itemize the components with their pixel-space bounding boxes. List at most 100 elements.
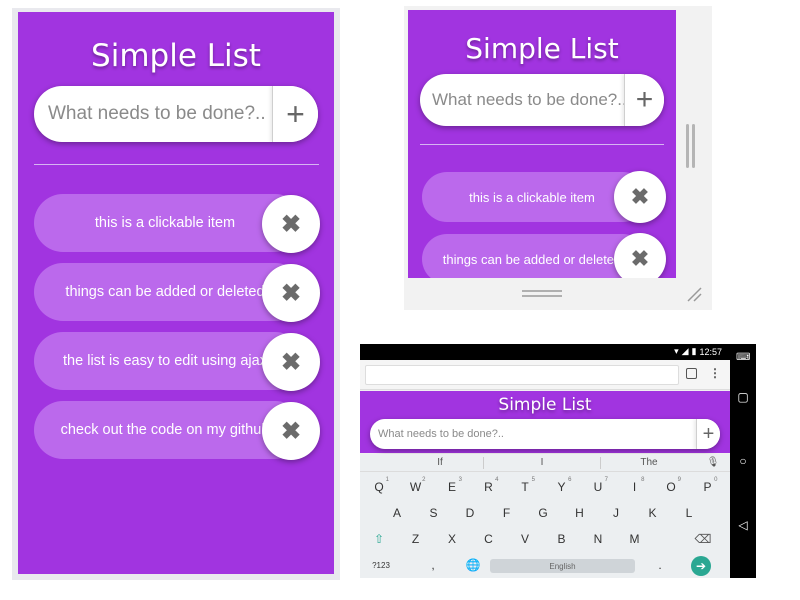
key-special[interactable]: ⇧ [364, 528, 394, 550]
delete-icon[interactable]: ✖ [262, 402, 320, 460]
suggestion-item[interactable]: If [400, 457, 480, 468]
delete-icon[interactable]: ✖ [614, 171, 666, 223]
key-s[interactable]: S [419, 502, 449, 524]
new-item-input-group: + [34, 86, 318, 142]
back-icon[interactable]: ◁ [736, 518, 750, 532]
list-item[interactable]: things can be added or deleted ✖ [34, 263, 320, 322]
key-z[interactable]: Z [401, 528, 431, 550]
small-window-panel: Simple List + this is a clickable item✖t… [404, 6, 712, 310]
key-l[interactable]: L [674, 502, 704, 524]
key-c[interactable]: C [474, 528, 504, 550]
list-item[interactable]: this is a clickable item ✖ [34, 194, 320, 253]
simple-list-app: Simple List + this is a clickable item✖t… [408, 10, 676, 278]
key-g[interactable]: G [528, 502, 558, 524]
key-number-hint: 7 [604, 477, 608, 483]
status-time: 12:57 [699, 346, 722, 357]
key-p[interactable]: P0 [693, 476, 723, 498]
key-number-hint: 8 [641, 477, 645, 483]
list-item-text: this is a clickable item [469, 189, 595, 205]
list-item-text: check out the code on my github [60, 422, 270, 438]
key-m[interactable]: M [620, 528, 650, 550]
key-number-hint: 2 [422, 477, 426, 483]
key-w[interactable]: W2 [401, 476, 431, 498]
tabs-icon[interactable] [686, 368, 697, 379]
key-number-hint: 0 [714, 477, 718, 483]
new-item-input[interactable] [34, 86, 272, 142]
key-d[interactable]: D [455, 502, 485, 524]
key-x[interactable]: X [437, 528, 467, 550]
key-number-hint: 4 [495, 477, 499, 483]
browser-toolbar: ⋮ [360, 360, 730, 390]
key-u[interactable]: U7 [583, 476, 613, 498]
list-item-text: things can be added or deleted [442, 251, 622, 267]
list-item-text: things can be added or deleted [65, 284, 265, 300]
key-f[interactable]: F [492, 502, 522, 524]
simple-list-app: Simple List + [360, 391, 730, 453]
home-icon[interactable]: ○ [736, 454, 750, 468]
mobile-screenshot-panel: ▾ ◢ ▮ 12:57 ⌨ ▢ ○ ◁ ⋮ Simple List + If I… [360, 344, 756, 578]
list-item[interactable]: this is a clickable item ✖ [422, 171, 666, 223]
key-k[interactable]: K [638, 502, 668, 524]
key-q[interactable]: Q1 [364, 476, 394, 498]
key-number-hint: 3 [458, 477, 462, 483]
key-special[interactable]: , [418, 554, 448, 576]
key-y[interactable]: Y6 [547, 476, 577, 498]
status-bar: ▾ ◢ ▮ 12:57 [360, 344, 730, 360]
new-item-input[interactable] [420, 74, 624, 126]
add-button[interactable]: + [696, 419, 720, 449]
app-title: Simple List [465, 32, 619, 65]
space-bar[interactable]: English [490, 559, 635, 573]
resize-bar-handle[interactable] [522, 290, 562, 298]
list-item[interactable]: the list is easy to edit using ajax ✖ [34, 332, 320, 391]
simple-list-app: Simple List + this is a clickable item✖t… [18, 12, 334, 574]
key-a[interactable]: A [382, 502, 412, 524]
new-item-input-group: + [370, 419, 720, 449]
address-bar[interactable] [365, 365, 679, 385]
key-period[interactable]: . [645, 554, 675, 576]
key-e[interactable]: E3 [437, 476, 467, 498]
app-title: Simple List [91, 38, 261, 74]
key-i[interactable]: I8 [620, 476, 650, 498]
key-special[interactable]: ?123 [366, 554, 396, 576]
resize-grip-icon[interactable] [684, 284, 702, 302]
overflow-menu-icon[interactable]: ⋮ [709, 366, 721, 380]
delete-icon[interactable]: ✖ [262, 195, 320, 253]
list-item-text: the list is easy to edit using ajax [63, 353, 267, 369]
scrollbar-handle[interactable] [686, 124, 696, 168]
battery-icon: ▮ [691, 346, 697, 356]
large-screenshot-panel: Simple List + this is a clickable item✖t… [12, 8, 340, 580]
key-number-hint: 6 [568, 477, 572, 483]
key-special[interactable]: 🌐 [458, 554, 488, 576]
new-item-input[interactable] [370, 419, 694, 449]
add-button[interactable]: + [272, 86, 318, 142]
key-n[interactable]: N [583, 528, 613, 550]
suggestion-item[interactable]: I [486, 457, 598, 468]
list-item[interactable]: check out the code on my github ✖ [34, 401, 320, 460]
key-r[interactable]: R4 [474, 476, 504, 498]
delete-icon[interactable]: ✖ [262, 333, 320, 391]
suggestion-strip: If I The 🎙 [360, 454, 730, 472]
key-special[interactable]: ⌫ [688, 528, 718, 550]
list-item-text: this is a clickable item [94, 215, 236, 231]
delete-icon[interactable]: ✖ [262, 264, 320, 322]
new-item-input-group: + [420, 74, 664, 126]
key-j[interactable]: J [601, 502, 631, 524]
recents-icon[interactable]: ▢ [736, 390, 750, 404]
key-number-hint: 9 [677, 477, 681, 483]
wifi-icon: ▾ [674, 346, 679, 356]
mic-icon[interactable]: 🎙 [706, 457, 720, 468]
key-h[interactable]: H [565, 502, 595, 524]
delete-icon[interactable]: ✖ [614, 233, 666, 278]
keyboard-switch-icon[interactable]: ⌨ [736, 352, 750, 363]
key-number-hint: 1 [385, 477, 389, 483]
key-t[interactable]: T5 [510, 476, 540, 498]
enter-key[interactable]: ➔ [691, 556, 711, 576]
key-o[interactable]: O9 [656, 476, 686, 498]
key-number-hint: 5 [531, 477, 535, 483]
suggestion-item[interactable]: The [604, 457, 694, 468]
key-v[interactable]: V [510, 528, 540, 550]
add-button[interactable]: + [624, 74, 664, 126]
divider [420, 144, 664, 145]
key-b[interactable]: B [547, 528, 577, 550]
list-item[interactable]: things can be added or deleted ✖ [422, 233, 666, 278]
